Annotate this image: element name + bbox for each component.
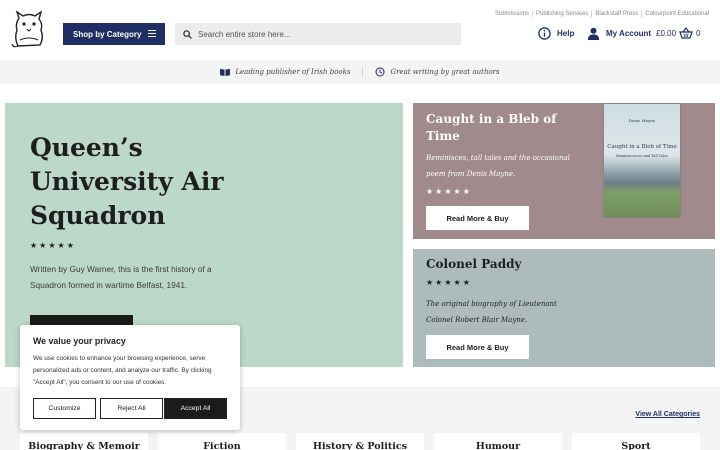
shop-by-category-label: Shop by Category [73,29,142,39]
cart-total: £0.00 [656,28,677,38]
category-sport[interactable]: Sport [572,433,700,450]
top-link-blackstaff-press[interactable]: Blackstaff Press [591,11,641,17]
user-icon [587,27,600,40]
cart-count: 0 [696,28,701,38]
star-icon: ★ [30,241,38,250]
read-more-buy-button[interactable]: Read More & Buy [426,335,529,359]
hero-title: Queen’s University Air Squadron [30,133,224,230]
book-cover-subtitle: Reminiscences and Tall Tales [616,154,668,158]
hamburger-icon [148,30,156,37]
card-description: The original biography of Lieutenant Col… [426,300,557,324]
top-links: Submissions Publishing Services Blacksta… [492,11,712,17]
search-icon [183,29,192,39]
category-list: Biography & Memoir Fiction History & Pol… [20,433,700,450]
cart-link[interactable]: £0.00 0 [656,27,700,39]
my-account-link[interactable]: My Account [587,27,651,40]
category-humour[interactable]: Humour [434,433,562,450]
star-icon: ★ [426,187,434,196]
cookie-title: We value your privacy [33,336,126,346]
shop-by-category-button[interactable]: Shop by Category [63,23,165,45]
usp-writing-text: Great writing by great authors [390,68,500,76]
category-biography-memoir[interactable]: Biography & Memoir [20,433,148,450]
card-description: Reminisces, tall tales and the occasiona… [426,154,570,178]
cookie-consent-dialog: We value your privacy We use cookies to … [20,325,240,430]
top-link-colourpoint-educational[interactable]: Colourpoint Educational [641,11,712,17]
star-icon: ★ [462,187,470,196]
book-cover-title: Caught in a Bleb of Time [607,144,677,150]
star-icon: ★ [57,241,65,250]
open-book-icon [220,69,231,76]
cookie-accept-all-button[interactable]: Accept All [164,398,227,419]
logo-cat[interactable] [10,10,48,50]
card-title: Colonel Paddy [426,257,522,271]
card-rating: ★ ★ ★ ★ ★ [426,188,470,196]
star-icon: ★ [444,187,452,196]
usp-item-publisher: Leading publisher of Irish books [208,68,362,76]
info-icon [538,27,551,40]
view-all-categories-link[interactable]: View All Categories [635,411,700,418]
usp-strip: Leading publisher of Irish books Great w… [0,60,720,84]
cookie-reject-all-button[interactable]: Reject All [100,398,163,419]
star-icon: ★ [453,187,461,196]
book-cover-image[interactable]: Denis Mayne Caught in a Bleb of Time Rem… [603,103,681,218]
star-icon: ★ [39,241,47,250]
hero-description: Written by Guy Warner, this is the first… [30,264,212,290]
cookie-text: We use cookies to enhance your browsing … [33,355,212,386]
top-link-publishing-services[interactable]: Publishing Services [532,11,591,17]
help-link[interactable]: Help [538,27,574,40]
book-cover-author: Denis Mayne [628,118,656,123]
help-label: Help [557,29,575,38]
star-icon: ★ [48,241,56,250]
star-icon: ★ [435,278,443,287]
top-link-submissions[interactable]: Submissions [492,11,532,17]
clock-icon [375,67,385,77]
star-icon: ★ [426,278,434,287]
basket-icon [679,27,693,39]
category-fiction[interactable]: Fiction [158,433,286,450]
usp-item-writing: Great writing by great authors [363,67,511,77]
card-rating: ★ ★ ★ ★ ★ [426,279,470,287]
star-icon: ★ [453,278,461,287]
read-more-buy-button[interactable]: Read More & Buy [426,206,529,230]
search-bar[interactable] [175,23,461,45]
star-icon: ★ [462,278,470,287]
star-icon: ★ [66,241,74,250]
usp-publisher-text: Leading publisher of Irish books [235,68,351,76]
search-input[interactable] [198,29,448,39]
feature-card-colonel-paddy[interactable]: Colonel Paddy ★ ★ ★ ★ ★ The original bio… [413,249,715,367]
feature-card-bleb-of-time[interactable]: Caught in a Bleb of Time Reminisces, tal… [413,103,715,239]
card-title: Caught in a Bleb of Time [426,112,557,143]
cookie-customize-button[interactable]: Customize [33,398,96,419]
hero-rating: ★ ★ ★ ★ ★ [30,242,74,250]
star-icon: ★ [444,278,452,287]
my-account-label: My Account [606,29,652,38]
category-history-politics[interactable]: History & Politics [296,433,424,450]
star-icon: ★ [435,187,443,196]
